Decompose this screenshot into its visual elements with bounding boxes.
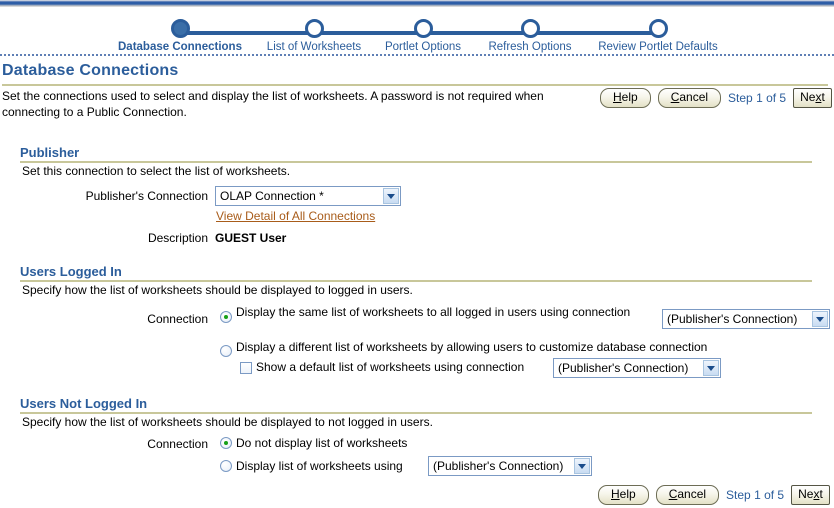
description-value: GUEST User — [215, 231, 287, 245]
section-subtext-users-logged-in: Specify how the list of worksheets shoul… — [22, 283, 413, 297]
page-intro-text: Set the connections used to select and d… — [2, 89, 544, 119]
step-indicator-top: Step 1 of 5 — [728, 91, 787, 105]
section-rule-publisher — [20, 161, 812, 163]
users-logged-in-same-connection-select[interactable]: (Publisher's Connection) — [662, 309, 830, 329]
chevron-down-icon — [383, 188, 399, 204]
default-list-connection-value: (Publisher's Connection) — [558, 361, 689, 375]
next-button-top[interactable]: Next — [793, 88, 832, 108]
publishers-connection-value: OLAP Connection * — [220, 189, 324, 203]
publishers-connection-select[interactable]: OLAP Connection * — [215, 186, 401, 206]
radio-do-not-display-list-label: Do not display list of worksheets — [236, 436, 408, 450]
checkbox-show-default-list[interactable] — [240, 362, 252, 374]
wizard-step-dot-2 — [304, 19, 324, 38]
radio-display-list-using-label: Display list of worksheets using — [236, 459, 403, 473]
wizard-step-dot-3 — [413, 19, 433, 38]
help-button-top[interactable]: Help — [600, 88, 651, 108]
cancel-button-top-label-rest: ancel — [679, 90, 709, 104]
wizard-step-dot-4 — [520, 19, 540, 38]
cancel-button-top[interactable]: Cancel — [657, 88, 722, 108]
wizard-train: Database Connections List of Worksheets … — [0, 10, 834, 53]
wizard-step-label-4: Refresh Options — [488, 41, 572, 53]
section-heading-publisher: Publisher — [20, 145, 80, 160]
wizard-step-label-1: Database Connections — [118, 41, 242, 53]
wizard-step-label-5: Review Portlet Defaults — [598, 41, 718, 53]
users-not-logged-in-connection-label: Connection — [147, 437, 208, 451]
section-subtext-publisher: Set this connection to select the list o… — [22, 164, 291, 178]
publishers-connection-label: Publisher's Connection — [85, 189, 208, 203]
section-subtext-users-not-logged-in: Specify how the list of worksheets shoul… — [22, 415, 433, 429]
wizard-step-database-connections[interactable]: Database Connections — [105, 19, 255, 53]
description-label: Description — [147, 231, 208, 245]
help-button-top-label-rest: elp — [621, 90, 638, 104]
section-rule-users-logged-in — [20, 280, 812, 282]
users-logged-in-connection-label: Connection — [147, 312, 208, 326]
users-logged-in-same-connection-value: (Publisher's Connection) — [667, 312, 798, 326]
top-decorative-band — [0, 0, 834, 7]
header-dotted-separator — [0, 54, 834, 56]
radio-display-different-list[interactable] — [220, 345, 232, 357]
wizard-step-refresh-options[interactable]: Refresh Options — [466, 19, 594, 53]
checkbox-show-default-list-label: Show a default list of worksheets using … — [256, 360, 525, 374]
wizard-step-review-portlet-defaults[interactable]: Review Portlet Defaults — [578, 19, 738, 53]
chevron-down-icon — [812, 311, 828, 327]
wizard-step-dot-5 — [648, 19, 668, 38]
section-rule-users-not-logged-in — [20, 412, 812, 414]
cancel-button-bottom[interactable]: Cancel — [655, 485, 720, 505]
not-logged-in-connection-value: (Publisher's Connection) — [433, 459, 564, 473]
next-button-bottom[interactable]: Next — [791, 485, 830, 505]
page-title: Database Connections — [2, 62, 179, 79]
radio-do-not-display-list[interactable] — [220, 437, 232, 449]
view-detail-of-all-connections-link[interactable]: View Detail of All Connections — [216, 209, 375, 223]
radio-display-list-using[interactable] — [220, 460, 232, 472]
wizard-step-dot-1 — [170, 19, 190, 38]
chevron-down-icon — [574, 458, 590, 474]
help-button-bottom[interactable]: Help — [598, 485, 649, 505]
section-heading-users-logged-in: Users Logged In — [20, 264, 122, 279]
step-indicator-bottom: Step 1 of 5 — [726, 488, 785, 502]
radio-display-same-list[interactable] — [220, 311, 232, 323]
chevron-down-icon — [703, 360, 719, 376]
section-heading-users-not-logged-in: Users Not Logged In — [20, 396, 148, 411]
page-title-rule — [2, 84, 828, 86]
top-action-bar: Help Cancel Step 1 of 5 Next — [600, 88, 832, 108]
radio-display-different-list-label: Display a different list of worksheets b… — [236, 340, 708, 354]
not-logged-in-connection-select[interactable]: (Publisher's Connection) — [428, 456, 592, 476]
default-list-connection-select[interactable]: (Publisher's Connection) — [553, 358, 721, 378]
bottom-action-bar: Help Cancel Step 1 of 5 Next — [598, 485, 830, 505]
radio-display-same-list-label: Display the same list of worksheets to a… — [236, 305, 631, 319]
